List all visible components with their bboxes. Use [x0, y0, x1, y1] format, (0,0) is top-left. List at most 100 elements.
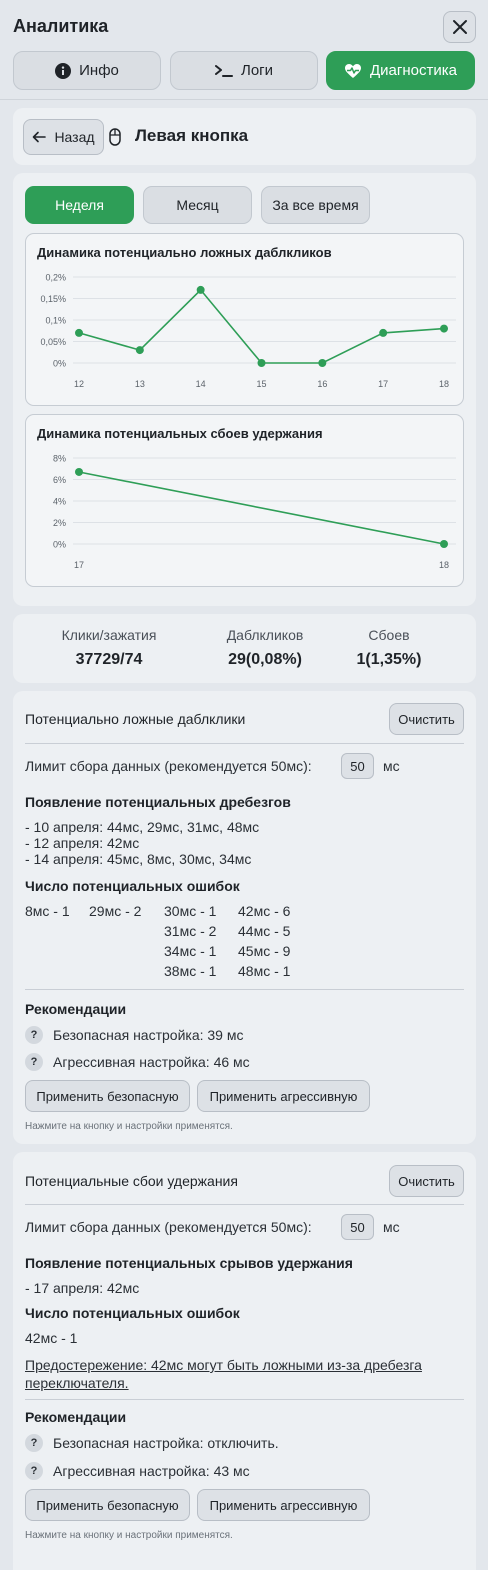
limit-input[interactable]: 50	[341, 753, 374, 779]
stat-value: 29(0,08%)	[228, 651, 302, 668]
stat-label: Сбоев	[368, 627, 410, 643]
y-tick-label: 6%	[53, 475, 66, 485]
error-count: 44мс - 5	[238, 923, 291, 939]
period-week-button[interactable]: Неделя	[25, 186, 134, 224]
limit-input[interactable]: 50	[341, 1214, 374, 1240]
divider	[25, 1399, 464, 1400]
error-count: 29мс - 2	[89, 903, 142, 919]
tab-info[interactable]: Инфо	[13, 51, 161, 90]
warning-text: Предостережение: 42мс могут быть ложными…	[25, 1357, 422, 1391]
stat-failures: Сбоев 1(1,35%)	[324, 627, 454, 669]
error-count: 42мс - 1	[25, 1330, 78, 1346]
info-icon	[55, 62, 72, 79]
double-click-chart-plot: 0% 0,05% 0,1% 0,15% 0,2% 12 13 14 15 16 17 18	[40, 273, 456, 389]
back-button[interactable]: Назад	[23, 119, 104, 155]
x-tick-label: 17	[74, 560, 84, 570]
period-all-time-button[interactable]: За все время	[261, 186, 370, 224]
divider	[25, 989, 464, 990]
heart-pulse-icon	[345, 63, 362, 78]
bounce-list: - 10 апреля: 44мс, 29мс, 31мс, 48мс - 12…	[25, 819, 259, 867]
rec-aggressive-text: Агрессивная настройка: 46 мс	[53, 1054, 250, 1070]
y-tick-label: 4%	[53, 497, 66, 507]
clear-button[interactable]: Очистить	[389, 1165, 464, 1197]
error-count: 8мс - 1	[25, 903, 70, 919]
double-click-chart: Динамика потенциально ложных даблкликов …	[25, 233, 464, 406]
stat-clicks: Клики/зажатия 37729/74	[32, 627, 186, 669]
app-header: Аналитика Инфо Логи Диагностика	[0, 0, 488, 100]
close-icon	[452, 20, 467, 34]
x-tick-label: 12	[74, 379, 84, 389]
charts-card: Неделя Месяц За все время Динамика потен…	[13, 173, 476, 606]
y-tick-label: 0,2%	[45, 273, 66, 283]
arrow-left-icon	[33, 131, 47, 143]
limit-unit: мс	[383, 1219, 400, 1235]
hold-failure-chart-plot: 0% 2% 4% 6% 8% 17 18	[53, 454, 456, 570]
tab-logs[interactable]: Логи	[170, 51, 318, 90]
stat-double-clicks: Даблкликов 29(0,08%)	[188, 627, 342, 669]
divider	[25, 743, 464, 744]
data-point	[75, 328, 83, 337]
apply-aggressive-button[interactable]: Применить агрессивную	[197, 1489, 370, 1521]
section-title: Потенциальные сбои удержания	[25, 1173, 238, 1189]
rec-aggressive-text: Агрессивная настройка: 43 мс	[53, 1463, 250, 1479]
hold-failure-section: Потенциальные сбои удержания Очистить Ли…	[13, 1152, 476, 1570]
stat-label: Клики/зажатия	[61, 627, 157, 643]
period-month-button[interactable]: Месяц	[143, 186, 252, 224]
help-icon[interactable]: ?	[25, 1053, 43, 1071]
data-point	[257, 359, 266, 367]
mouse-icon	[109, 128, 121, 146]
limit-label: Лимит сбора данных (рекомендуется 50мс):	[25, 758, 312, 774]
apply-safe-button[interactable]: Применить безопасную	[25, 1080, 190, 1112]
series-line	[78, 288, 445, 364]
breaks-heading: Появление потенциальных срывов удержания	[25, 1255, 353, 1271]
terminal-icon	[214, 64, 233, 77]
y-tick-label: 8%	[53, 454, 66, 464]
errors-heading: Число потенциальных ошибок	[25, 1305, 240, 1321]
close-button[interactable]	[443, 11, 476, 43]
x-tick-label: 18	[439, 379, 449, 389]
list-item: - 10 апреля: 44мс, 29мс, 31мс, 48мс	[25, 819, 260, 835]
tab-info-label: Инфо	[79, 62, 119, 79]
recommendations-heading: Рекомендации	[25, 1001, 127, 1017]
tab-diagnostics-label: Диагностика	[370, 62, 457, 79]
help-icon[interactable]: ?	[25, 1026, 43, 1044]
stat-value: 1(1,35%)	[356, 651, 422, 668]
x-tick-label: 18	[439, 560, 449, 570]
bounce-heading: Появление потенциальных дребезгов	[25, 794, 291, 810]
help-icon[interactable]: ?	[25, 1434, 43, 1452]
hint-text: Нажмите на кнопку и настройки применятся…	[25, 1530, 233, 1541]
divider	[25, 1204, 464, 1205]
apply-safe-button[interactable]: Применить безопасную	[25, 1489, 190, 1521]
x-tick-label: 16	[317, 379, 327, 389]
limit-unit: мс	[383, 758, 400, 774]
data-point	[75, 467, 83, 476]
y-tick-label: 0,1%	[45, 316, 66, 326]
help-icon[interactable]: ?	[25, 1462, 43, 1480]
y-tick-label: 0,05%	[40, 337, 66, 347]
page-title: Левая кнопка	[135, 126, 249, 145]
tab-diagnostics[interactable]: Диагностика	[326, 51, 475, 90]
tab-logs-label: Логи	[240, 62, 274, 79]
limit-label: Лимит сбора данных (рекомендуется 50мс):	[25, 1219, 312, 1235]
data-point	[440, 540, 448, 548]
app-title: Аналитика	[13, 16, 109, 36]
hold-failure-chart: Динамика потенциальных сбоев удержания 0…	[25, 414, 464, 587]
error-count: 31мс - 2	[164, 923, 217, 939]
recommendations-heading: Рекомендации	[25, 1409, 127, 1425]
apply-aggressive-button[interactable]: Применить агрессивную	[197, 1080, 370, 1112]
series-line	[78, 471, 445, 545]
error-count: 38мс - 1	[164, 963, 217, 979]
y-tick-label: 0%	[53, 540, 66, 550]
clear-button[interactable]: Очистить	[389, 703, 464, 735]
list-item: - 12 апреля: 42мс	[25, 835, 140, 851]
data-point	[379, 328, 388, 337]
nav-card: Назад Левая кнопка	[13, 108, 476, 165]
hint-text: Нажмите на кнопку и настройки применятся…	[25, 1121, 233, 1132]
data-point	[196, 285, 205, 294]
error-count: 42мс - 6	[238, 903, 291, 919]
error-count: 48мс - 1	[238, 963, 291, 979]
data-point	[135, 346, 144, 355]
stat-label: Даблкликов	[226, 627, 304, 643]
list-item: - 14 апреля: 45мс, 8мс, 30мс, 34мс	[25, 851, 252, 867]
errors-heading: Число потенциальных ошибок	[25, 878, 240, 894]
